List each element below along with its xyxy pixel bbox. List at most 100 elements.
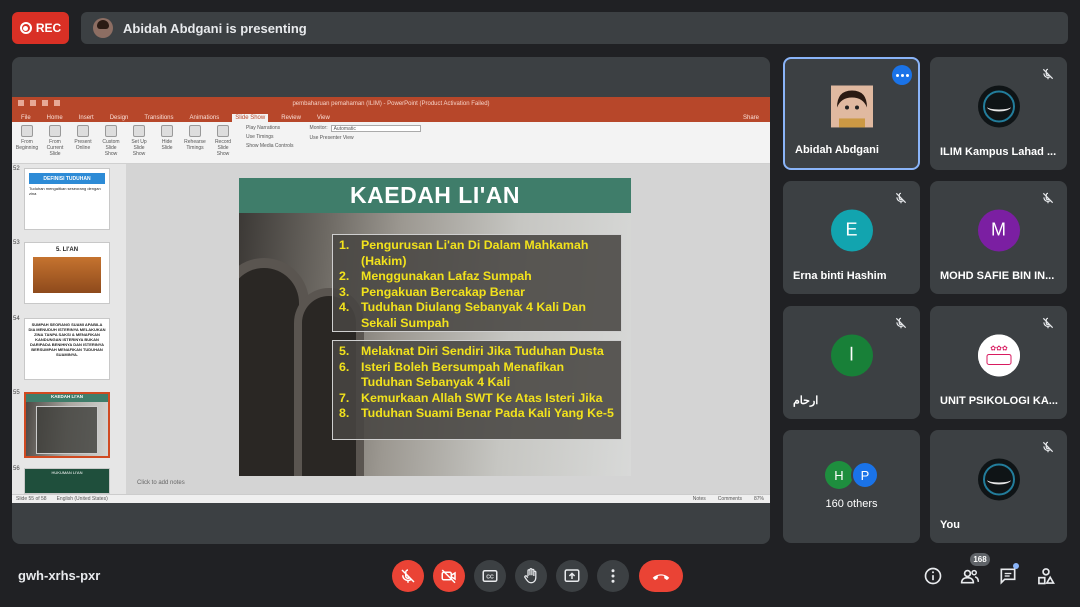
captions-icon: CC [482,570,498,582]
ribbon-button[interactable]: Hide Slide [156,125,178,160]
participant-name: MOHD SAFIE BIN IN... [940,270,1055,282]
pp-tab-active[interactable]: Slide Show [232,114,269,122]
status-language: English (United States) [56,496,108,502]
mic-off-icon [401,569,415,583]
presenter-view-check[interactable]: Use Presenter View [310,135,421,141]
participant-tile[interactable]: ا ارحام [783,306,920,419]
monitor-select[interactable]: Automatic [330,125,421,132]
ribbon-check[interactable]: Use Timings [246,134,294,140]
pp-tab[interactable]: Design [107,114,132,122]
others-tile[interactable]: H P 160 others [783,430,920,543]
people-count-badge: 168 [970,553,990,566]
thumbnail-slide[interactable]: 5. LI'AN [24,242,110,304]
thumb-body: Tuduhan mengaitkan seseorang dengan zina [29,186,101,196]
participant-logo: ✿✿✿ [977,333,1020,376]
pp-status-bar: Slide 55 of 58 English (United States) N… [12,494,770,503]
thumbnail-slide-selected[interactable]: KAEDAH LI'AN [24,392,110,458]
self-tile[interactable]: You [930,430,1067,543]
end-call-button[interactable] [639,560,683,592]
participant-tile[interactable]: ✿✿✿ UNIT PSIKOLOGI KA... [930,306,1067,419]
presenting-banner: Abidah Abdgani is presenting [81,12,1068,44]
pp-tab[interactable]: Transitions [141,114,176,122]
participant-tile[interactable]: Abidah Abdgani [783,57,920,170]
list-item: 3. Pengakuan Bercakap Benar [339,284,525,299]
status-comments[interactable]: Comments [718,496,742,502]
list-item: 5. Melaknat Diri Sendiri Jika Tuduhan Dus… [339,344,604,358]
slide-list-box: 5. Melaknat Diri Sendiri Jika Tuduhan Dus… [332,340,622,440]
ribbon-button[interactable]: Set Up Slide Show [128,125,150,160]
slide-list-box: 1. Pengurusan Li'an Di Dalam Mahkamah (Ha… [332,234,622,332]
status-notes[interactable]: Notes [693,496,706,502]
raise-hand-button[interactable] [515,560,547,592]
participant-name: You [940,519,960,531]
participant-avatar: M [977,208,1020,251]
ribbon-button[interactable]: From Current Slide [44,125,66,160]
camera-toggle-button[interactable] [433,560,465,592]
people-button[interactable] [958,564,982,588]
captions-button[interactable]: CC [474,560,506,592]
list-item: 4. Tuduhan Diulang Sebanyak 4 Kali Dan Se… [339,300,586,330]
participant-avatar: E [830,208,873,251]
pp-tab[interactable]: Home [44,114,66,122]
others-count: 160 others [825,498,878,510]
thumbnail-slide[interactable]: HUKUMAN LI'AN [24,468,110,494]
pp-tab[interactable]: Animations [187,114,223,122]
ribbon-button[interactable]: Custom Slide Show [100,125,122,160]
list-item: 2. Menggunakan Lafaz Sumpah [339,269,532,284]
thumb-content [36,406,98,454]
participant-avatar: ا [830,333,873,376]
ribbon-check[interactable]: Play Narrations [246,125,294,131]
meeting-info-button[interactable] [921,564,945,588]
mic-toggle-button[interactable] [392,560,424,592]
ribbon-button[interactable]: Record Slide Show [212,125,234,160]
presenter-avatar [93,18,113,38]
thumb-number: 54 [13,316,20,322]
pp-share-button[interactable]: Share [740,114,762,122]
status-zoom[interactable]: 87% [754,496,764,502]
ribbon-button[interactable]: Present Online [72,125,94,160]
list-item: 6. Isteri Boleh Bersumpah Menafikan Tuduh… [339,359,565,390]
participant-name: UNIT PSIKOLOGI KA... [940,395,1058,407]
list-item: 1. Pengurusan Li'an Di Dalam Mahkamah (Ha… [339,238,589,268]
more-options-icon[interactable] [892,65,912,85]
participant-avatar: P [851,461,879,489]
thumb-title: DEFINISI TUDUHAN [29,173,105,184]
monitor-label: Monitor: [309,125,328,131]
participant-tile[interactable]: M MOHD SAFIE BIN IN... [930,181,1067,294]
more-options-button[interactable] [597,560,629,592]
more-options-icon [611,569,615,583]
pp-tab[interactable]: Insert [76,114,97,122]
current-slide: KAEDAH LI'AN 1. Pengurusan Li'an Di Dalam… [239,178,631,476]
svg-text:CC: CC [486,575,494,581]
present-button[interactable] [556,560,588,592]
activities-button[interactable] [1034,564,1058,588]
thumbnail-slide[interactable]: SUMPAH SEORANG SUAMI APABILA DIA MENUDUH… [24,318,110,380]
notes-placeholder[interactable]: Click to add notes [137,480,185,486]
status-slide-count: Slide 55 of 58 [16,496,47,502]
participant-tile[interactable]: E Erna binti Hashim [783,181,920,294]
presenting-text: Abidah Abdgani is presenting [123,20,307,36]
people-icon [960,569,980,584]
ribbon-button[interactable]: From Beginning [16,125,38,160]
pp-tab[interactable]: Review [278,114,304,122]
pp-titlebar: pembaharuan pemahaman (ILIM) - PowerPoin… [12,97,770,110]
record-icon [19,22,32,34]
svg-text:✿✿✿: ✿✿✿ [990,345,1008,352]
thumbnail-slide[interactable]: DEFINISI TUDUHAN Tuduhan mengaitkan sese… [24,168,110,230]
pp-tab[interactable]: View [314,114,333,122]
participant-logo [977,457,1020,500]
control-bar: gwh-xrhs-pxr CC 168 [0,548,1080,607]
ribbon-monitors: Monitor: Automatic Use Presenter View [310,125,421,160]
pp-ribbon: From Beginning From Current Slide Presen… [12,122,770,164]
info-icon [924,567,942,585]
thumb-number: 52 [13,166,20,172]
ribbon-button[interactable]: Rehearse Timings [184,125,206,160]
participant-tile[interactable]: ILIM Kampus Lahad ... [930,57,1067,170]
pp-tab[interactable]: File [18,114,34,122]
thumb-title: HUKUMAN LI'AN [51,470,83,475]
pp-ribbon-tabs: File Home Insert Design Transitions Anim… [12,110,770,122]
mic-off-icon [1042,68,1054,80]
ribbon-check[interactable]: Show Media Controls [246,143,294,149]
thumb-number: 53 [13,240,20,246]
mic-off-icon [1042,441,1054,453]
